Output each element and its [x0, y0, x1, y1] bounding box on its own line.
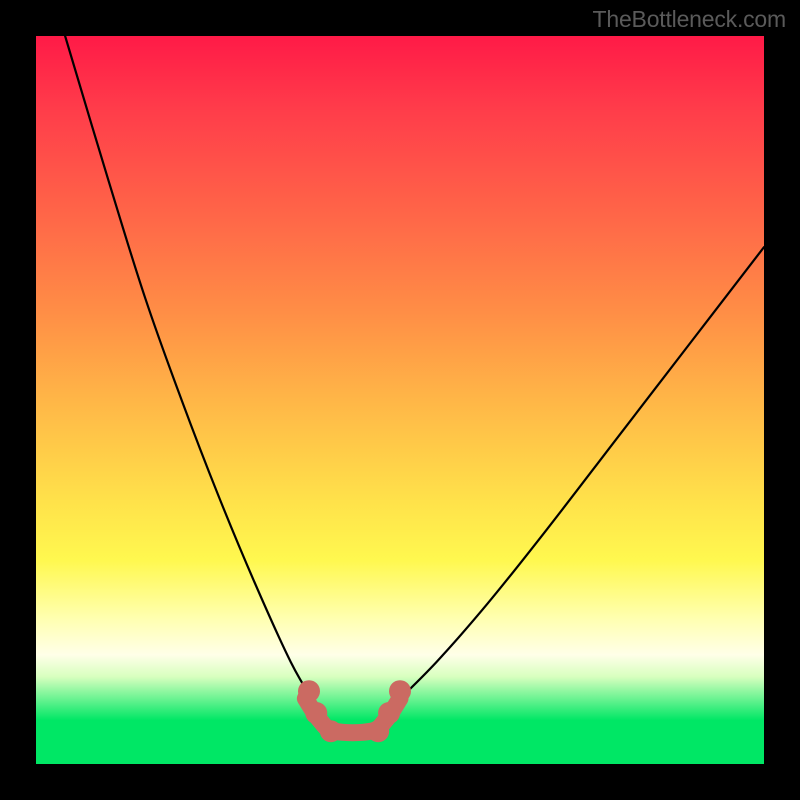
- curve-right_arm: [393, 247, 764, 706]
- floor-node-2: [320, 720, 342, 742]
- floor-node-1: [305, 702, 327, 724]
- chart-frame: TheBottleneck.com: [0, 0, 800, 800]
- floor-node-0: [298, 680, 320, 702]
- floor-node-5: [389, 680, 411, 702]
- floor-node-4: [378, 702, 400, 724]
- curve-left_arm: [65, 36, 316, 706]
- chart-plot-area: [36, 36, 764, 764]
- watermark-label: TheBottleneck.com: [593, 6, 786, 33]
- chart-svg: [36, 36, 764, 764]
